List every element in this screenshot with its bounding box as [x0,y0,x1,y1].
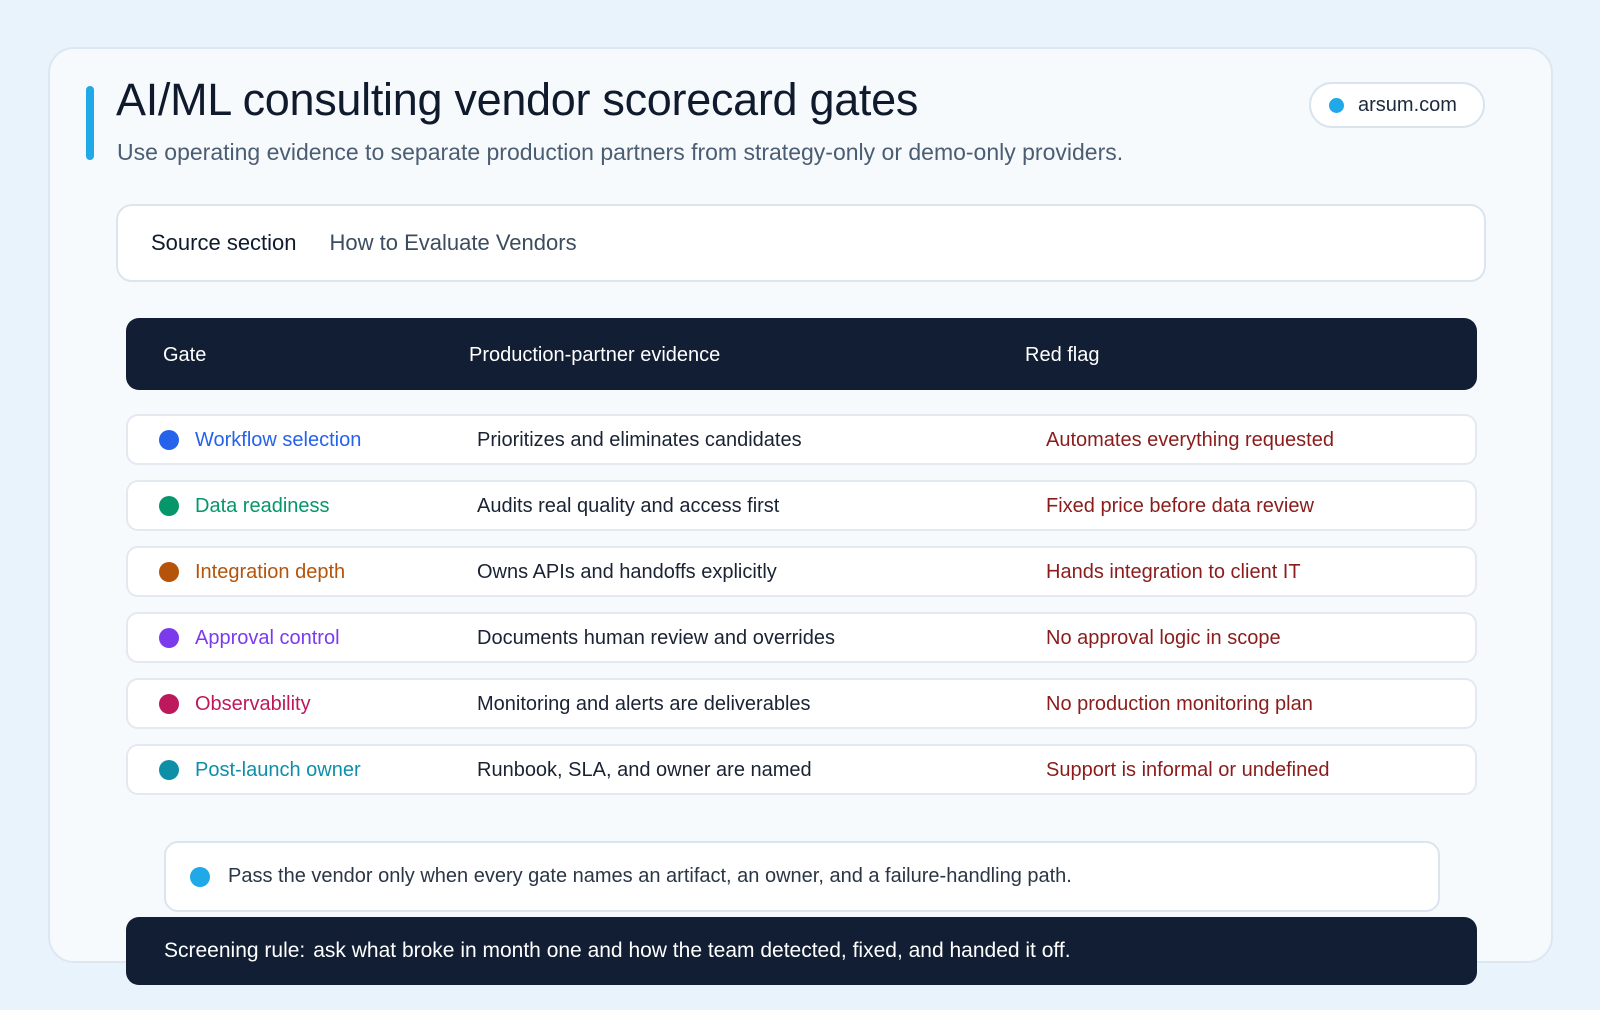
table-row: Observability Monitoring and alerts are … [126,678,1477,729]
table-row: Post-launch owner Runbook, SLA, and owne… [126,744,1477,795]
table-row: Integration depth Owns APIs and handoffs… [126,546,1477,597]
red-flag-text: No approval logic in scope [1046,627,1281,649]
gate-dot-icon [159,496,179,516]
source-section-value: How to Evaluate Vendors [329,230,577,255]
table-row: Approval control Documents human review … [126,612,1477,663]
gate-name: Integration depth [195,561,346,583]
gate-name: Approval control [195,627,340,649]
note-dot-icon [190,866,210,887]
gate-dot-icon [159,628,179,648]
gate-name: Data readiness [195,495,330,517]
page-subtitle: Use operating evidence to separate produ… [117,139,1124,165]
red-flag-text: Support is informal or undefined [1046,759,1330,781]
gate-name: Workflow selection [195,429,362,451]
evidence-text: Runbook, SLA, and owner are named [477,759,812,781]
table-row: Workflow selection Prioritizes and elimi… [126,414,1477,465]
evidence-text: Monitoring and alerts are deliverables [477,693,811,715]
gate-dot-icon [159,430,179,450]
evidence-text: Owns APIs and handoffs explicitly [477,561,777,583]
table-row: Data readiness Audits real quality and a… [126,480,1477,531]
column-header-evidence: Production-partner evidence [469,344,721,366]
domain-dot-icon [1329,97,1344,113]
page-title: AI/ML consulting vendor scorecard gates [116,74,919,125]
red-flag-text: Fixed price before data review [1046,495,1314,517]
red-flag-text: Automates everything requested [1046,429,1334,451]
table-header: Gate Production-partner evidence Red fla… [126,318,1477,390]
evidence-text: Documents human review and overrides [477,627,835,649]
title-accent-bar [86,86,94,160]
red-flag-text: No production monitoring plan [1046,693,1313,715]
pass-criteria-note: Pass the vendor only when every gate nam… [164,841,1440,912]
evidence-text: Prioritizes and eliminates candidates [477,429,802,451]
domain-badge[interactable]: arsum.com [1309,82,1485,128]
gate-name: Post-launch owner [195,759,361,781]
source-section-label: Source section [151,230,297,255]
gate-dot-icon [159,694,179,714]
screening-rule-label: Screening rule: [164,939,306,962]
domain-label: arsum.com [1358,93,1457,116]
column-header-red-flag: Red flag [1025,344,1100,366]
source-section-box: Source section How to Evaluate Vendors [116,204,1486,282]
column-header-gate: Gate [163,344,207,366]
gate-dot-icon [159,760,179,780]
red-flag-text: Hands integration to client IT [1046,561,1301,583]
screening-rule-bar: Screening rule: ask what broke in month … [126,917,1477,985]
pass-criteria-text: Pass the vendor only when every gate nam… [228,865,1072,887]
evidence-text: Audits real quality and access first [477,495,780,517]
gate-dot-icon [159,562,179,582]
gate-name: Observability [195,693,311,715]
screening-rule-text: ask what broke in month one and how the … [313,939,1071,962]
